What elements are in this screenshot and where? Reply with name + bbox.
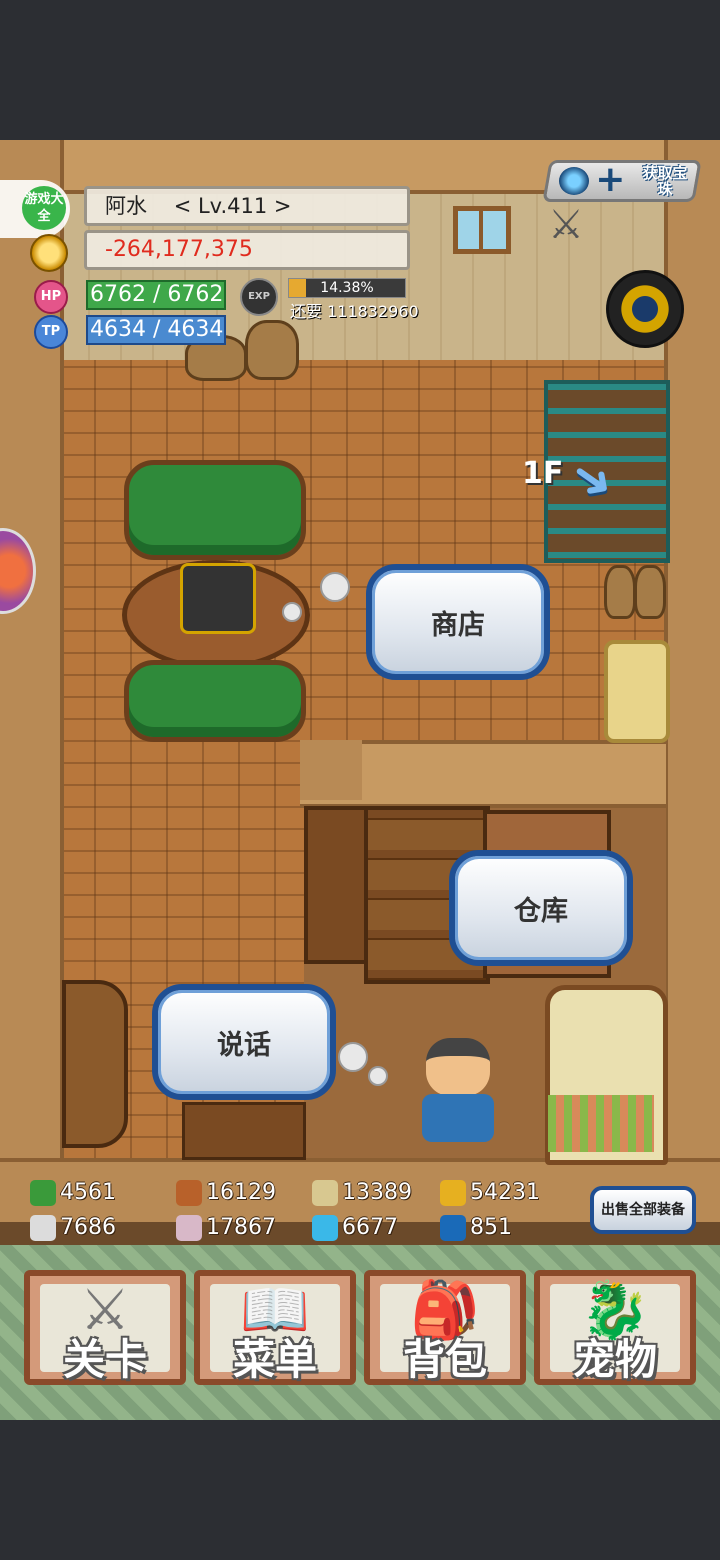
resource-value: 13389 — [342, 1180, 412, 1205]
bubble-dot — [338, 1042, 368, 1072]
get-gem-label: 获取宝珠 — [642, 164, 688, 198]
hp-bar: 6762 / 6762 — [86, 280, 226, 310]
tp-bar: 4634 / 4634 — [86, 315, 226, 345]
exp-remaining: 还要 111832960 — [290, 302, 419, 321]
exp-percent: 14.38% — [320, 280, 374, 296]
exp-bar: 14.38% — [288, 278, 406, 298]
menu-pet-button[interactable]: 🐉 宠物 — [534, 1270, 696, 1385]
bed-quilt — [548, 1095, 654, 1152]
wall-window — [453, 206, 511, 254]
tp-heart-icon: TP — [34, 315, 68, 349]
ore-stone-icon — [176, 1215, 202, 1241]
character-head — [426, 1038, 490, 1096]
menu-backpack-button[interactable]: 🎒 背包 — [364, 1270, 526, 1385]
get-gem-button[interactable]: + 获取宝珠 — [542, 159, 702, 202]
resource-value: 16129 — [206, 1180, 276, 1205]
green-sofa-bottom — [124, 660, 306, 742]
resource-value: 7686 — [60, 1215, 116, 1240]
resource-gold-drop: 54231 — [440, 1178, 540, 1208]
exp-icon: EXP — [240, 278, 278, 316]
telephone[interactable] — [180, 563, 256, 634]
talk-button[interactable]: 说话 — [152, 984, 336, 1100]
character-body — [422, 1094, 494, 1142]
green-sofa-top — [124, 460, 306, 560]
book-stack — [182, 1102, 306, 1160]
shop-button[interactable]: 商店 — [366, 564, 550, 680]
settings-gear-icon[interactable] — [606, 270, 684, 348]
inner-wall-post — [300, 740, 362, 800]
bubble-dot — [368, 1066, 388, 1086]
resource-value: 17867 — [206, 1215, 276, 1240]
resource-value: 4561 — [60, 1180, 116, 1205]
floor-label: 1F — [522, 456, 564, 491]
resource-iron: 7686 — [30, 1213, 116, 1243]
blue-orb-icon — [440, 1215, 466, 1241]
sell-all-equipment-button[interactable]: 出售全部装备 — [590, 1186, 696, 1234]
menu-label: 菜单 — [232, 1335, 317, 1384]
scroll-icon — [312, 1180, 338, 1206]
jar-pair-right — [634, 565, 666, 619]
player-character[interactable] — [418, 1038, 500, 1148]
player-name: 阿水 — [105, 194, 147, 218]
top-letterbox-overlay — [0, 0, 720, 140]
app-logo[interactable]: 游戏大全 — [0, 180, 70, 238]
gold-amount: -264,177,375 — [84, 230, 410, 270]
wall-swords-icon: ⚔ — [548, 202, 584, 248]
gold-coin-icon — [30, 234, 68, 272]
player-name-bar: 阿水 < Lv.411 > — [84, 186, 410, 226]
bottom-letterbox — [0, 1420, 720, 1560]
menu-label: 关卡 — [62, 1335, 147, 1384]
iron-ingot-icon — [30, 1215, 56, 1241]
menu-label: 背包 — [402, 1335, 487, 1384]
bubble-dot — [282, 602, 302, 622]
jar-pair-left — [604, 565, 636, 619]
gold-drop-icon — [440, 1180, 466, 1206]
menu-label: 宠物 — [572, 1335, 657, 1384]
resource-ore: 17867 — [176, 1213, 276, 1243]
left-cabinet — [62, 980, 128, 1148]
gem-orb-icon — [559, 167, 589, 195]
armchair — [604, 640, 670, 743]
clay-jar — [245, 320, 299, 380]
resource-scroll: 13389 — [312, 1178, 412, 1208]
menu-main-button[interactable]: 📖 菜单 — [194, 1270, 356, 1385]
menu-stage-button[interactable]: ⚔ 关卡 — [24, 1270, 186, 1385]
resource-blue-orb: 851 — [440, 1213, 512, 1243]
resource-blue-flame: 6677 — [312, 1213, 398, 1243]
resource-herb: 4561 — [30, 1178, 116, 1208]
herb-icon — [30, 1180, 56, 1206]
hp-heart-icon: HP — [34, 280, 68, 314]
logo-badge: 游戏大全 — [22, 186, 66, 230]
wood-log-icon — [176, 1180, 202, 1206]
resource-value: 851 — [470, 1215, 512, 1240]
resource-wood: 16129 — [176, 1178, 276, 1208]
bubble-dot — [320, 572, 350, 602]
plus-icon: + — [595, 159, 626, 200]
player-level: < Lv.411 > — [173, 194, 292, 218]
warehouse-button[interactable]: 仓库 — [449, 850, 633, 966]
resource-value: 6677 — [342, 1215, 398, 1240]
grandfather-clock — [304, 806, 370, 964]
resource-value: 54231 — [470, 1180, 540, 1205]
game-canvas: ⚔ 商店 仓库 说话 游戏大全 阿水 < Lv.411 > -264,177,3… — [0, 0, 720, 1420]
blue-flame-icon — [312, 1215, 338, 1241]
